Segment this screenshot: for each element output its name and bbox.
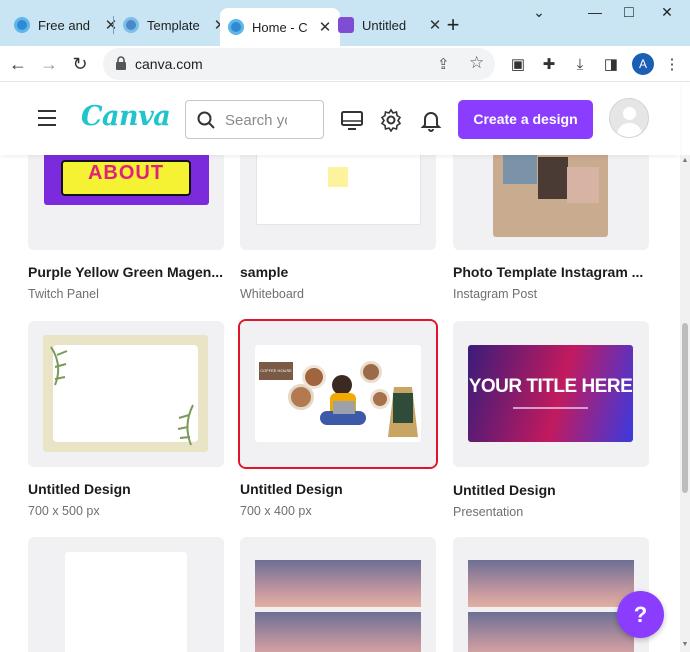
user-avatar[interactable] <box>609 98 649 138</box>
leaf-decoration <box>50 346 194 446</box>
design-size: 700 x 500 px <box>28 504 100 518</box>
maximize-button[interactable]: □ <box>614 4 644 22</box>
side-panel-icon[interactable]: ◨ <box>601 55 621 75</box>
profile-avatar[interactable]: A <box>632 53 654 75</box>
close-icon[interactable]: ✕ <box>428 16 442 34</box>
forward-arrow-icon[interactable]: → <box>37 52 61 76</box>
browser-tab[interactable]: Untitled ✕ <box>330 8 450 42</box>
design-title[interactable]: Photo Template Instagram ... <box>453 264 653 280</box>
search-icon <box>197 111 215 129</box>
canva-header: Canva Search yo Create a design <box>0 83 680 155</box>
design-type: Twitch Panel <box>28 287 99 301</box>
design-type: Instagram Post <box>453 287 538 301</box>
thumb-text: YOUR TITLE HERE <box>468 376 633 397</box>
browser-tab[interactable]: Template ✕ <box>115 8 235 42</box>
canva-icon <box>228 19 244 35</box>
help-button[interactable]: ? <box>617 591 664 638</box>
lock-icon <box>116 56 126 70</box>
extensions-icon[interactable]: ✚ <box>539 55 559 75</box>
new-tab-button[interactable]: + <box>442 12 464 38</box>
thumb-text: COFFEE HOUSE <box>259 362 293 380</box>
design-thumbnail[interactable]: ABOUT <box>28 155 224 250</box>
design-thumbnail[interactable]: YOUR TITLE HERE <box>453 321 649 467</box>
tab-search-icon[interactable]: ⌄ <box>524 4 554 21</box>
design-size: 700 x 400 px <box>240 504 312 518</box>
browser-tab[interactable]: Free and ✕ <box>6 8 126 42</box>
share-icon[interactable]: ⇪ <box>437 55 450 73</box>
back-arrow-icon[interactable]: ← <box>6 52 30 76</box>
minimize-button[interactable]: — <box>580 4 610 20</box>
scrollbar-thumb[interactable] <box>682 323 688 493</box>
canva-logo[interactable]: Canva <box>81 101 171 132</box>
canva-design-icon <box>338 17 354 33</box>
tab-title: Free and <box>38 17 91 33</box>
thumb-text: ABOUT <box>87 162 165 184</box>
design-thumbnail[interactable] <box>453 537 649 652</box>
search-placeholder: Search yo <box>225 112 287 129</box>
url-text: canva.com <box>135 56 203 72</box>
scroll-up-arrow-icon[interactable]: ▲ <box>680 157 690 164</box>
notification-bell-icon[interactable] <box>419 108 443 132</box>
screenshot-icon[interactable]: ▣ <box>508 55 528 75</box>
bookmark-star-icon[interactable]: ☆ <box>469 53 484 73</box>
tab-title: Untitled <box>362 17 407 33</box>
address-bar[interactable]: canva.com ⇪ ☆ <box>103 48 495 80</box>
canva-icon <box>14 17 30 33</box>
design-title[interactable]: Untitled Design <box>453 482 653 498</box>
hamburger-menu-icon[interactable] <box>38 110 56 126</box>
sticky-note <box>328 167 348 187</box>
design-thumbnail[interactable] <box>240 537 436 652</box>
tab-title: Template <box>147 17 200 33</box>
design-title[interactable]: Purple Yellow Green Magen... <box>28 264 228 280</box>
scroll-down-arrow-icon[interactable]: ▼ <box>680 641 690 648</box>
designs-grid: ABOUT Purple Yellow Green Magen... Twitc… <box>0 155 680 652</box>
design-type: Presentation <box>453 505 524 519</box>
design-thumbnail[interactable] <box>240 155 436 250</box>
design-thumbnail[interactable] <box>28 321 224 467</box>
browser-tab-strip: Free and ✕ Template ✕ Home - C ✕ Untitle… <box>0 0 690 46</box>
browser-tab-active[interactable]: Home - C ✕ <box>220 8 340 46</box>
settings-gear-icon[interactable] <box>379 108 403 132</box>
design-thumbnail[interactable]: COFFEE HOUSE <box>240 321 436 467</box>
design-title[interactable]: sample <box>240 264 440 280</box>
design-title[interactable]: Untitled Design <box>240 481 440 497</box>
reload-icon[interactable]: ↻ <box>68 52 92 76</box>
create-design-button[interactable]: Create a design <box>458 100 593 139</box>
close-window-button[interactable]: ✕ <box>652 4 682 21</box>
tab-title: Home - C <box>252 19 308 35</box>
design-type: Whiteboard <box>240 287 304 301</box>
design-thumbnail[interactable] <box>453 155 649 250</box>
canva-icon <box>123 17 139 33</box>
design-title[interactable]: Untitled Design <box>28 481 228 497</box>
desktop-app-icon[interactable] <box>340 108 364 132</box>
browser-toolbar: ← → ↻ canva.com ⇪ ☆ ▣ ✚ ⤓ ◨ A ⋮ <box>0 46 690 82</box>
more-menu-icon[interactable]: ⋮ <box>662 55 682 75</box>
design-thumbnail[interactable] <box>28 537 224 652</box>
download-icon[interactable]: ⤓ <box>570 55 590 75</box>
search-input[interactable]: Search yo <box>185 100 324 139</box>
